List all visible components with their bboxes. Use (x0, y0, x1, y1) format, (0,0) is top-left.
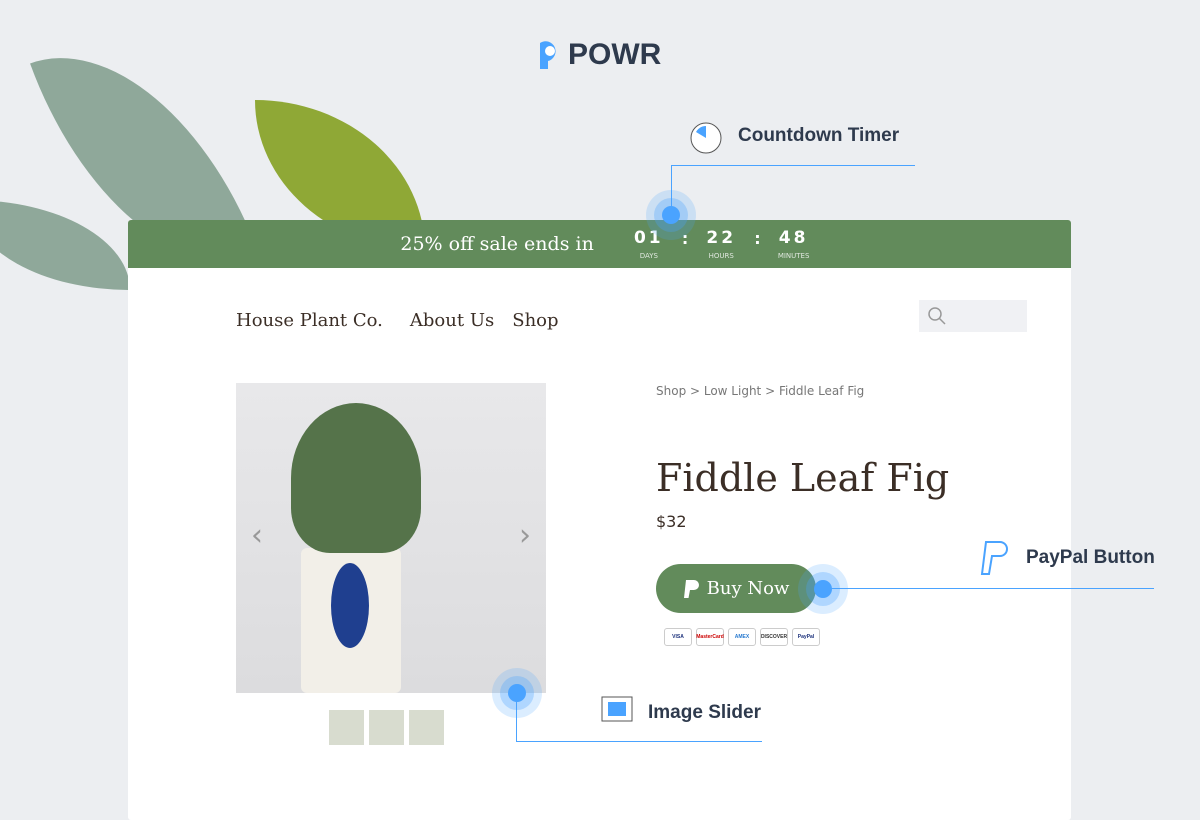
nav-shop[interactable]: Shop (512, 310, 558, 331)
hotspot[interactable] (646, 190, 696, 240)
paypal-card-icon: PayPal (792, 628, 820, 646)
background-leaf (0, 200, 130, 290)
countdown-bar: 25% off sale ends in 01 DAYS : 22 HOURS : … (128, 220, 1071, 268)
callout-label: Countdown Timer (738, 125, 900, 146)
hours-label: HOURS (708, 252, 734, 260)
slider-callout: Image Slider (600, 695, 761, 731)
hours-value: 22 (706, 228, 737, 248)
image-slider-icon (601, 696, 633, 722)
product-price: $32 (656, 512, 687, 531)
mastercard-icon: MasterCard (696, 628, 724, 646)
product-title: Fiddle Leaf Fig (656, 456, 950, 500)
callout-label: Image Slider (648, 702, 761, 723)
paypal-icon (683, 579, 699, 598)
nav-about[interactable]: About Us (410, 310, 494, 331)
minutes-value: 48 (778, 228, 809, 248)
minutes-label: MINUTES (777, 252, 810, 260)
paypal-callout: PayPal Button (980, 540, 1155, 576)
paypal-icon (980, 541, 1008, 575)
thumbnail[interactable] (409, 710, 444, 745)
sale-message: 25% off sale ends in (400, 233, 594, 255)
stopwatch-icon (690, 122, 722, 154)
hotspot[interactable] (492, 668, 542, 718)
days-label: DAYS (639, 252, 658, 260)
thumbnail[interactable] (369, 710, 404, 745)
visa-icon: VISA (664, 628, 692, 646)
callout-label: PayPal Button (1026, 547, 1155, 568)
countdown-callout: Countdown Timer (688, 118, 899, 154)
amex-icon: AMEX (728, 628, 756, 646)
brand-link[interactable]: House Plant Co. (236, 310, 383, 331)
paypal-buy-now-button[interactable]: Buy Now (656, 564, 816, 613)
product-image-slider[interactable]: ‹ › (236, 383, 546, 693)
payment-methods: VISA MasterCard AMEX DISCOVER PayPal (664, 628, 820, 646)
thumbnail[interactable] (329, 710, 364, 745)
search-icon (928, 307, 946, 325)
breadcrumb: Shop > Low Light > Fiddle Leaf Fig (656, 384, 865, 398)
hotspot[interactable] (798, 564, 848, 614)
next-image-button[interactable]: › (519, 518, 531, 553)
buy-label: Buy Now (706, 578, 790, 599)
prev-image-button[interactable]: ‹ (251, 518, 263, 553)
search-input[interactable] (919, 300, 1027, 332)
discover-icon: DISCOVER (760, 628, 788, 646)
powr-logo: POWR (538, 38, 661, 72)
